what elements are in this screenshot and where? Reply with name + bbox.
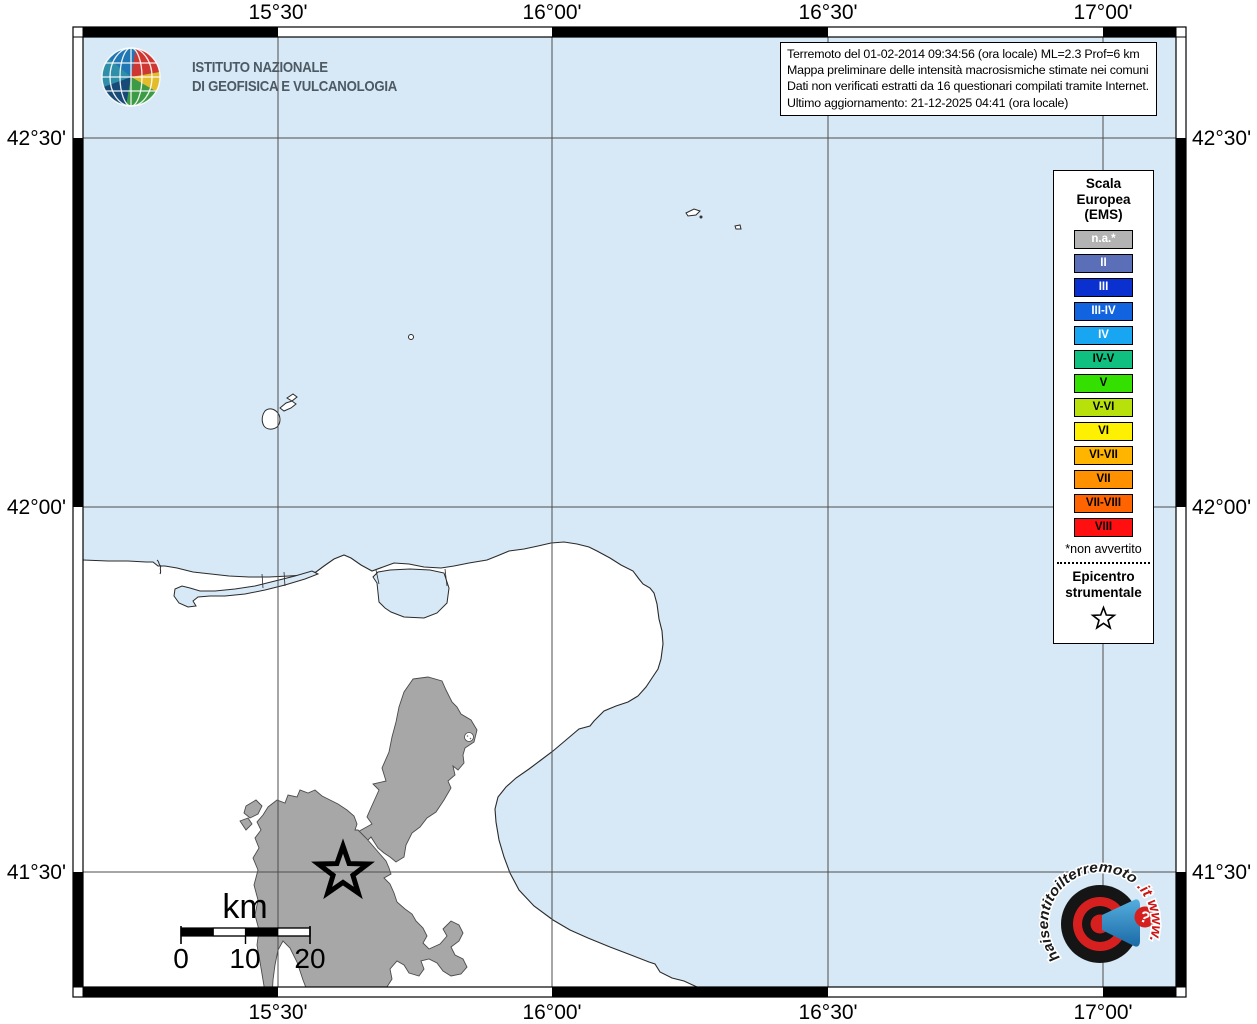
ingv-logo: ISTITUTO NAZIONALE DI GEOFISICA E VULCAN… (98, 44, 425, 110)
ems-scale-legend: Scala Europea (EMS) n.a.* II III III-IV … (1053, 170, 1154, 644)
enclave-dot (467, 735, 469, 737)
legend-title-line1: Scala (1054, 176, 1153, 192)
legend-divider (1057, 562, 1150, 564)
legend-chip-ii: II (1074, 254, 1133, 273)
lon-label-bottom-1600: 16°00' (522, 1001, 581, 1024)
legend-title-line2: Europea (1054, 192, 1153, 208)
info-line-update: Ultimo aggiornamento: 21-12-2025 04:41 (… (787, 95, 1150, 111)
lon-label-bottom-1700: 17°00' (1073, 1001, 1132, 1024)
lat-label-right-4130: 41°30' (1192, 861, 1251, 885)
legend-epicenter-line1: Epicentro (1054, 569, 1153, 585)
legend-chip-vii: VII (1074, 470, 1133, 489)
lon-label-bottom-1630: 16°30' (798, 1001, 857, 1024)
earthquake-info-box: Terremoto del 01-02-2014 09:34:56 (ora l… (780, 42, 1157, 116)
legend-chip-vii-viii: VII-VIII (1074, 494, 1133, 513)
legend-chip-v-vi: V-VI (1074, 398, 1133, 417)
ingv-wordmark-line1: ISTITUTO NAZIONALE (192, 58, 397, 77)
lat-label-left-4130: 41°30' (4, 861, 66, 885)
ingv-wordmark-line2: DI GEOFISICA E VULCANOLOGIA (192, 77, 397, 96)
legend-footnote: *non avvertito (1054, 542, 1153, 556)
legend-chip-v: V (1074, 374, 1133, 393)
legend-chip-iii: III (1074, 278, 1133, 297)
info-line-event: Terremoto del 01-02-2014 09:34:56 (ora l… (787, 46, 1150, 62)
scale-unit-label: km (222, 888, 267, 926)
scale-tick-10: 10 (229, 943, 260, 974)
lon-label-top-1600: 16°00' (522, 1, 581, 25)
legend-chips: n.a.* II III III-IV IV IV-V V V-VI VI VI… (1054, 230, 1153, 537)
lon-label-top-1630: 16°30' (798, 1, 857, 25)
enclave-dot (470, 738, 472, 740)
epicenter-star-icon (1090, 605, 1117, 632)
legend-epicenter-line2: strumentale (1054, 585, 1153, 601)
info-line-maptype: Mappa preliminare delle intensità macros… (787, 62, 1150, 78)
legend-chip-iii-iv: III-IV (1074, 302, 1133, 321)
legend-chip-vi: VI (1074, 422, 1133, 441)
lon-label-top-1530: 15°30' (248, 1, 307, 25)
lat-label-right-4200: 42°00' (1192, 496, 1251, 520)
legend-chip-viii: VIII (1074, 518, 1133, 537)
lat-label-left-4230: 42°30' (4, 127, 66, 151)
lat-label-left-4200: 42°00' (4, 496, 66, 520)
ingv-globe-icon (98, 44, 164, 110)
small-islet (700, 216, 703, 219)
legend-epicenter-label: Epicentro strumentale (1054, 569, 1153, 601)
legend-chip-iv: IV (1074, 326, 1133, 345)
info-line-data: Dati non verificati estratti da 16 quest… (787, 78, 1150, 94)
legend-chip-na: n.a.* (1074, 230, 1133, 249)
legend-chip-iv-v: IV-V (1074, 350, 1133, 369)
scale-tick-20: 20 (294, 943, 325, 974)
legend-title: Scala Europea (EMS) (1054, 176, 1153, 223)
haisentitoilterremoto-logo: ? haisentitoilterremoto .it www. (1028, 853, 1176, 1001)
legend-chip-vi-vii: VI-VII (1074, 446, 1133, 465)
legend-title-line3: (EMS) (1054, 207, 1153, 223)
lon-label-top-1700: 17°00' (1073, 1, 1132, 25)
lon-label-bottom-1530: 15°30' (248, 1001, 307, 1024)
watermark-tld: .it (1134, 879, 1156, 901)
ingv-wordmark: ISTITUTO NAZIONALE DI GEOFISICA E VULCAN… (192, 58, 397, 96)
municipality-enclave (465, 733, 474, 742)
scale-tick-0: 0 (173, 943, 189, 974)
pianosa-island (409, 335, 414, 340)
lat-label-right-4230: 42°30' (1192, 127, 1251, 151)
macroseismic-intensity-map: km 0 10 20 (0, 0, 1257, 1024)
